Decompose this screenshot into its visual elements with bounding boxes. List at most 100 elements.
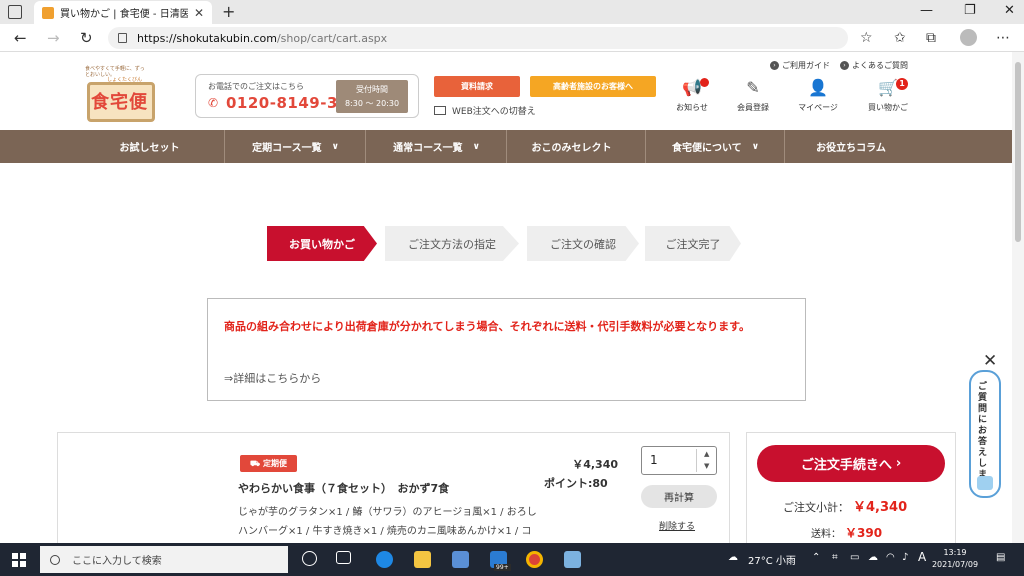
business-hours: 受付時間 8:30 〜 20:30: [336, 80, 408, 113]
nav-regular-course[interactable]: 定期コース一覧 ∨: [226, 130, 366, 163]
help-widget[interactable]: ご質問にお答えします: [969, 370, 1001, 498]
arrow-circle-icon: ›: [840, 61, 849, 70]
display-icon[interactable]: ▭: [850, 552, 859, 563]
mypage-label: マイページ: [798, 103, 838, 112]
truck-icon: ⛟: [249, 458, 261, 468]
search-icon: [50, 554, 60, 565]
recalculate-button[interactable]: 再計算: [641, 485, 717, 508]
store-icon[interactable]: [452, 551, 469, 568]
step-cart: お買い物かご: [267, 226, 377, 261]
nav-about[interactable]: 食宅便について ∨: [647, 130, 785, 163]
divider: [696, 449, 697, 472]
web-order-switch-link[interactable]: WEB注文への切替え: [434, 104, 536, 117]
app-icon[interactable]: [564, 551, 581, 568]
increment-icon[interactable]: ▲: [704, 450, 709, 458]
checkout-label: ご注文手続きへ: [800, 458, 892, 473]
subtotal-value: ￥4,340: [853, 500, 908, 515]
page-scrollbar[interactable]: [1012, 52, 1024, 543]
phone-number[interactable]: 0120-8149-39: [226, 94, 349, 112]
cloud-icon[interactable]: ☁: [868, 552, 878, 563]
nav-column[interactable]: お役立ちコラム: [786, 130, 926, 163]
task-view-icon[interactable]: [336, 551, 351, 564]
main-nav: お試しセット 定期コース一覧 ∨ 通常コース一覧 ∨ おこのみセレクト 食宅便につい…: [0, 130, 1024, 163]
address-bar: ← → ↻ https://shokutakubin.com/shop/cart…: [0, 24, 1024, 52]
faq-link-label: よくあるご質問: [852, 61, 908, 70]
minimize-icon[interactable]: —: [920, 3, 933, 18]
product-price: ￥4,340: [572, 458, 618, 471]
product-name[interactable]: やわらかい食事（７食セット） おかず7食: [238, 480, 449, 496]
notice-details-link[interactable]: ⇒詳細はこちらから: [224, 370, 321, 386]
new-tab-icon[interactable]: +: [222, 2, 235, 21]
windows-start-icon[interactable]: [12, 553, 26, 567]
ime-indicator[interactable]: A: [918, 550, 926, 564]
subtotal: ご注文小計： ￥4,340: [783, 496, 907, 515]
url-path: /shop/cart/cart.aspx: [276, 31, 388, 45]
notification-center-icon[interactable]: ▤: [996, 552, 1005, 563]
quantity-stepper[interactable]: 1 ▲ ▼: [641, 446, 717, 475]
guide-link-label: ご利用ガイド: [782, 61, 830, 70]
hours-label: 受付時間: [356, 85, 388, 94]
weather-icon: ☁: [728, 552, 738, 563]
volume-icon[interactable]: ♪: [902, 552, 908, 563]
url-field[interactable]: https://shokutakubin.com/shop/cart/cart.…: [108, 27, 848, 49]
facility-customers-button[interactable]: 高齢者施設のお客様へ: [530, 76, 656, 97]
network-icon[interactable]: ⌗: [832, 552, 838, 563]
weather-text[interactable]: 27°C 小雨: [748, 552, 796, 567]
scrollbar-thumb[interactable]: [1015, 62, 1021, 242]
edge-icon[interactable]: [376, 551, 393, 568]
favorite-add-icon[interactable]: ☆: [860, 30, 873, 46]
favorites-icon[interactable]: ✩: [894, 30, 906, 46]
help-close-icon[interactable]: ✕: [983, 351, 997, 371]
close-tab-icon[interactable]: ✕: [194, 6, 204, 20]
system-clock[interactable]: 13:19 2021/07/09: [930, 547, 980, 571]
taskbar-search[interactable]: ここに入力して検索: [40, 546, 288, 573]
checkout-button[interactable]: ご注文手続きへ ›: [757, 445, 945, 482]
collections-icon[interactable]: ⧉: [926, 30, 936, 46]
faq-link[interactable]: › よくあるご質問: [840, 60, 908, 71]
subtotal-label: ご注文小計：: [783, 501, 849, 514]
chrome-icon[interactable]: [526, 551, 543, 568]
notice-text: 商品の組み合わせにより出荷倉庫が分かれてしまう場合、それぞれに送料・代引手数料が…: [224, 320, 751, 333]
more-icon[interactable]: ⋯: [996, 30, 1010, 46]
nav-label: お役立ちコラム: [816, 143, 886, 154]
close-window-icon[interactable]: ✕: [1004, 3, 1015, 18]
favicon-icon: [42, 6, 54, 19]
nav-normal-course[interactable]: 通常コース一覧 ∨: [367, 130, 507, 163]
product-points: ポイント:80: [544, 477, 608, 490]
cortana-icon[interactable]: [302, 551, 317, 566]
nav-select[interactable]: おこのみセレクト: [508, 130, 646, 163]
nav-trial-set[interactable]: お試しセット: [85, 130, 225, 163]
refresh-icon[interactable]: ↻: [80, 29, 93, 47]
cart-icon: 🛒: [878, 78, 898, 97]
restore-icon[interactable]: ❐: [964, 3, 976, 18]
site-logo[interactable]: 食べやすくて手軽に、ずっとおいしい。 しょくたくびん 食宅便: [85, 66, 157, 126]
request-materials-button[interactable]: 資料請求: [434, 76, 520, 97]
chevron-up-icon[interactable]: ⌃: [812, 552, 820, 563]
guide-link[interactable]: › ご利用ガイド: [770, 60, 830, 71]
browser-tab[interactable]: 買い物かご | 食宅便 - 日清医療食品 ✕: [34, 1, 212, 24]
back-icon[interactable]: ←: [14, 29, 27, 47]
register-button[interactable]: ✎ 会員登録: [723, 78, 783, 113]
delete-link[interactable]: 削除する: [659, 519, 695, 532]
register-label: 会員登録: [737, 103, 769, 112]
news-label: お知らせ: [676, 103, 708, 112]
decrement-icon[interactable]: ▼: [704, 462, 709, 470]
cart-button[interactable]: 🛒 1 買い物かご: [858, 78, 918, 113]
mail-badge: 99+: [494, 564, 511, 571]
shipping-notice: 商品の組み合わせにより出荷倉庫が分かれてしまう場合、それぞれに送料・代引手数料が…: [207, 298, 806, 401]
cart-count-badge: 1: [896, 78, 908, 90]
browser-tab-bar: 買い物かご | 食宅便 - 日清医療食品 ✕ + — ❐ ✕: [0, 0, 1024, 24]
news-button[interactable]: 📢 お知らせ: [662, 78, 722, 113]
nav-label: お試しセット: [119, 143, 180, 154]
tab-actions-icon[interactable]: [8, 5, 22, 19]
wifi-icon[interactable]: ◠: [886, 552, 895, 563]
shipping-fee: 送料： ￥390: [811, 524, 882, 541]
mypage-button[interactable]: 👤 マイページ: [788, 78, 848, 113]
profile-avatar[interactable]: [960, 29, 977, 46]
file-explorer-icon[interactable]: [414, 551, 431, 568]
forward-icon[interactable]: →: [47, 29, 60, 47]
search-placeholder: ここに入力して検索: [72, 556, 162, 567]
shipping-label: 送料：: [811, 529, 841, 540]
tab-title: 買い物かご | 食宅便 - 日清医療食品: [60, 9, 188, 20]
windows-taskbar: ここに入力して検索 99+ ☁ 27°C 小雨 ⌃ ⌗ ▭ ☁ ◠ ♪ A 13…: [0, 543, 1024, 576]
